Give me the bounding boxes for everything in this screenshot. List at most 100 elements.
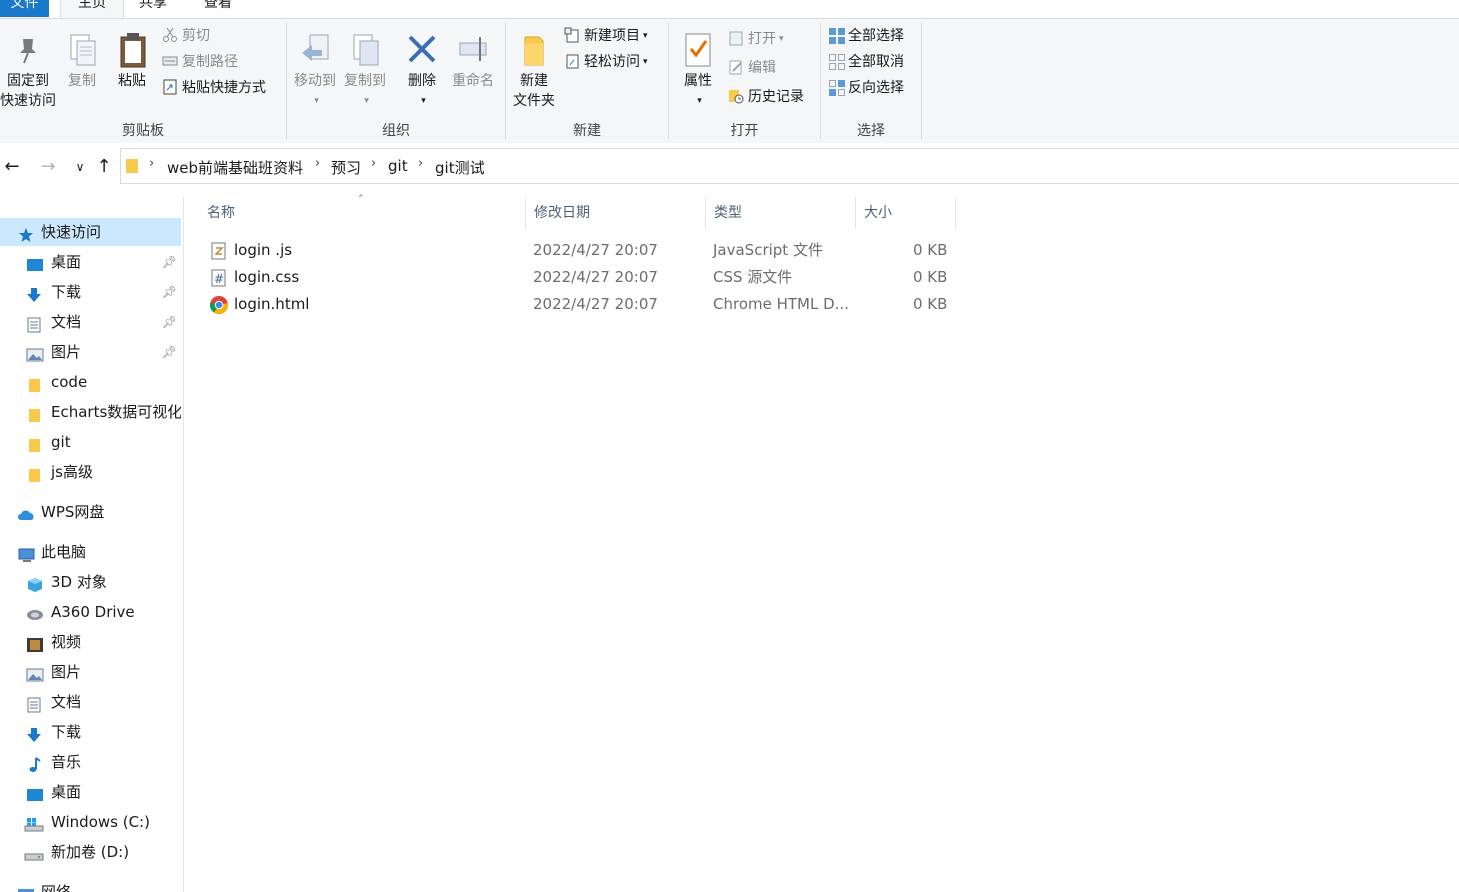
forward-arrow-icon[interactable]: → bbox=[36, 155, 60, 179]
sidebar-item-label: 文档 bbox=[51, 693, 82, 711]
sidebar-item-echarts[interactable]: Echarts数据可视化1 bbox=[0, 398, 181, 426]
copy-to-icon bbox=[348, 31, 382, 71]
column-header-type[interactable]: 类型 bbox=[706, 197, 856, 229]
music-note-icon bbox=[26, 754, 42, 772]
easy-access-button[interactable]: 轻松访问 ▾ bbox=[564, 51, 648, 73]
sidebar-item-drive-c[interactable]: Windows (C:) bbox=[0, 808, 181, 836]
sidebar-item-label: 图片 bbox=[51, 343, 82, 361]
open-icon bbox=[728, 30, 744, 46]
desktop-icon bbox=[26, 254, 43, 271]
pin-icon[interactable]: 📌︎ bbox=[162, 248, 177, 276]
folder-icon bbox=[26, 434, 42, 452]
open-button[interactable]: 打开 ▾ bbox=[728, 28, 784, 50]
new-folder-button[interactable]: 新建 文件夹 bbox=[510, 31, 558, 111]
sidebar-item-drive-d[interactable]: 新加卷 (D:) bbox=[0, 838, 181, 866]
sidebar-item-label: 音乐 bbox=[51, 753, 82, 771]
column-header-date[interactable]: 修改日期 bbox=[526, 197, 706, 229]
rename-button[interactable]: 重命名 bbox=[448, 31, 498, 91]
paste-button[interactable]: 粘贴 bbox=[112, 31, 152, 91]
sidebar-item-downloads-pc[interactable]: 下载 bbox=[0, 718, 181, 746]
sidebar-item-pictures[interactable]: 图片 📌︎ bbox=[0, 338, 181, 366]
pin-icon[interactable]: 📌︎ bbox=[162, 338, 177, 366]
tab-home[interactable]: 主页 bbox=[60, 0, 124, 18]
breadcrumb-chevron-icon[interactable]: › bbox=[315, 156, 320, 171]
file-row[interactable]: # login.css 2022/4/27 20:07 CSS 源文件 0 KB bbox=[204, 264, 964, 291]
invert-selection-button[interactable]: 反向选择 bbox=[828, 77, 904, 99]
select-all-button[interactable]: 全部选择 bbox=[828, 25, 904, 47]
address-bar[interactable]: › web前端基础班资料 › 预习 › git › git测试 bbox=[120, 148, 1459, 184]
sidebar-item-network[interactable]: 网络 bbox=[0, 878, 181, 892]
document-icon bbox=[26, 314, 42, 333]
cut-button[interactable]: 剪切 bbox=[162, 25, 210, 47]
picture-icon bbox=[26, 664, 44, 682]
column-header-name[interactable]: 名称 bbox=[199, 197, 526, 229]
chrome-icon bbox=[209, 295, 229, 324]
sidebar-item-pictures-pc[interactable]: 图片 bbox=[0, 658, 181, 686]
breadcrumb-item[interactable]: 预习 bbox=[331, 157, 361, 178]
new-folder-label-1: 新建 bbox=[520, 73, 548, 89]
sidebar-item-label: Echarts数据可视化1 bbox=[51, 403, 181, 421]
cloud-icon bbox=[16, 504, 34, 520]
breadcrumb-item[interactable]: git测试 bbox=[435, 157, 485, 178]
desktop-icon bbox=[26, 784, 43, 801]
sidebar-item-downloads[interactable]: 下载 📌︎ bbox=[0, 278, 181, 306]
edit-label: 编辑 bbox=[748, 60, 776, 76]
sidebar-item-music[interactable]: 音乐 bbox=[0, 748, 181, 776]
history-button[interactable]: 历史记录 bbox=[728, 86, 804, 108]
up-arrow-icon[interactable]: ↑ bbox=[92, 155, 116, 179]
sidebar-item-git[interactable]: git bbox=[0, 428, 181, 456]
sidebar-item-quick-access[interactable]: 快速访问 bbox=[0, 218, 181, 246]
pin-quick-access-button[interactable]: 固定到 快速访问 bbox=[0, 31, 56, 111]
copy-to-label: 复制到 bbox=[344, 73, 386, 89]
rename-icon bbox=[456, 31, 490, 71]
select-none-button[interactable]: 全部取消 bbox=[828, 51, 904, 73]
edit-button[interactable]: 编辑 bbox=[728, 57, 776, 79]
invert-selection-label: 反向选择 bbox=[848, 80, 904, 96]
chevron-down-icon: ▾ bbox=[643, 57, 648, 67]
column-header-size[interactable]: 大小 bbox=[856, 197, 956, 229]
file-row[interactable]: login.html 2022/4/27 20:07 Chrome HTML D… bbox=[204, 291, 964, 318]
breadcrumb-chevron-icon[interactable]: › bbox=[149, 156, 154, 171]
copy-button[interactable]: 复制 bbox=[62, 31, 102, 91]
paste-shortcut-button[interactable]: 粘贴快捷方式 bbox=[162, 77, 266, 99]
new-item-button[interactable]: 新建项目 ▾ bbox=[564, 25, 648, 47]
breadcrumb-chevron-icon[interactable]: › bbox=[371, 156, 376, 171]
computer-icon bbox=[16, 544, 35, 562]
back-arrow-icon[interactable]: ← bbox=[0, 155, 24, 179]
file-row[interactable]: login .js 2022/4/27 20:07 JavaScript 文件 … bbox=[204, 237, 964, 264]
sidebar-item-desktop-pc[interactable]: 桌面 bbox=[0, 778, 181, 806]
sidebar-item-3d-objects[interactable]: 3D 对象 bbox=[0, 568, 181, 596]
copy-to-button[interactable]: 复制到 ▾ bbox=[340, 31, 390, 111]
breadcrumb-item[interactable]: git bbox=[388, 157, 408, 175]
tab-file[interactable]: 文件 bbox=[0, 0, 49, 17]
sidebar-item-label: code bbox=[51, 373, 88, 391]
windows-drive-icon bbox=[24, 814, 44, 832]
breadcrumb-chevron-icon[interactable]: › bbox=[418, 156, 423, 171]
properties-button[interactable]: 属性 ▾ bbox=[678, 31, 718, 111]
move-to-button[interactable]: 移动到 ▾ bbox=[290, 31, 340, 111]
sidebar-item-wps-drive[interactable]: WPS网盘 bbox=[0, 498, 181, 526]
sidebar-item-code[interactable]: code bbox=[0, 368, 181, 396]
tab-view[interactable]: 查看 bbox=[202, 0, 234, 17]
file-type: Chrome HTML D... bbox=[713, 295, 849, 313]
sidebar-item-js-advanced[interactable]: js高级 bbox=[0, 458, 181, 486]
sidebar-item-label: 下载 bbox=[51, 283, 82, 301]
copy-path-button[interactable]: 复制路径 bbox=[162, 51, 238, 73]
sidebar-item-desktop[interactable]: 桌面 📌︎ bbox=[0, 248, 181, 276]
sidebar-item-label: A360 Drive bbox=[51, 603, 135, 621]
recent-locations-chevron-icon[interactable]: ∨ bbox=[68, 155, 92, 179]
sidebar-item-a360-drive[interactable]: A360 Drive bbox=[0, 598, 181, 626]
pin-icon[interactable]: 📌︎ bbox=[162, 308, 177, 336]
sidebar-item-documents-pc[interactable]: 文档 bbox=[0, 688, 181, 716]
delete-button[interactable]: 删除 ▾ bbox=[402, 31, 442, 111]
tab-share[interactable]: 共享 bbox=[137, 0, 169, 17]
select-none-label: 全部取消 bbox=[848, 54, 904, 70]
sidebar-item-videos[interactable]: 视频 bbox=[0, 628, 181, 656]
file-size: 0 KB bbox=[913, 295, 948, 313]
pin-icon[interactable]: 📌︎ bbox=[162, 278, 177, 306]
file-list: ˄ 名称 修改日期 类型 大小 login .js 2022/4/27 20:0… bbox=[184, 193, 1459, 892]
breadcrumb-item[interactable]: web前端基础班资料 bbox=[167, 157, 303, 178]
select-group-label: 选择 bbox=[857, 123, 885, 139]
sidebar-item-this-pc[interactable]: 此电脑 bbox=[0, 538, 181, 566]
sidebar-item-documents[interactable]: 文档 📌︎ bbox=[0, 308, 181, 336]
